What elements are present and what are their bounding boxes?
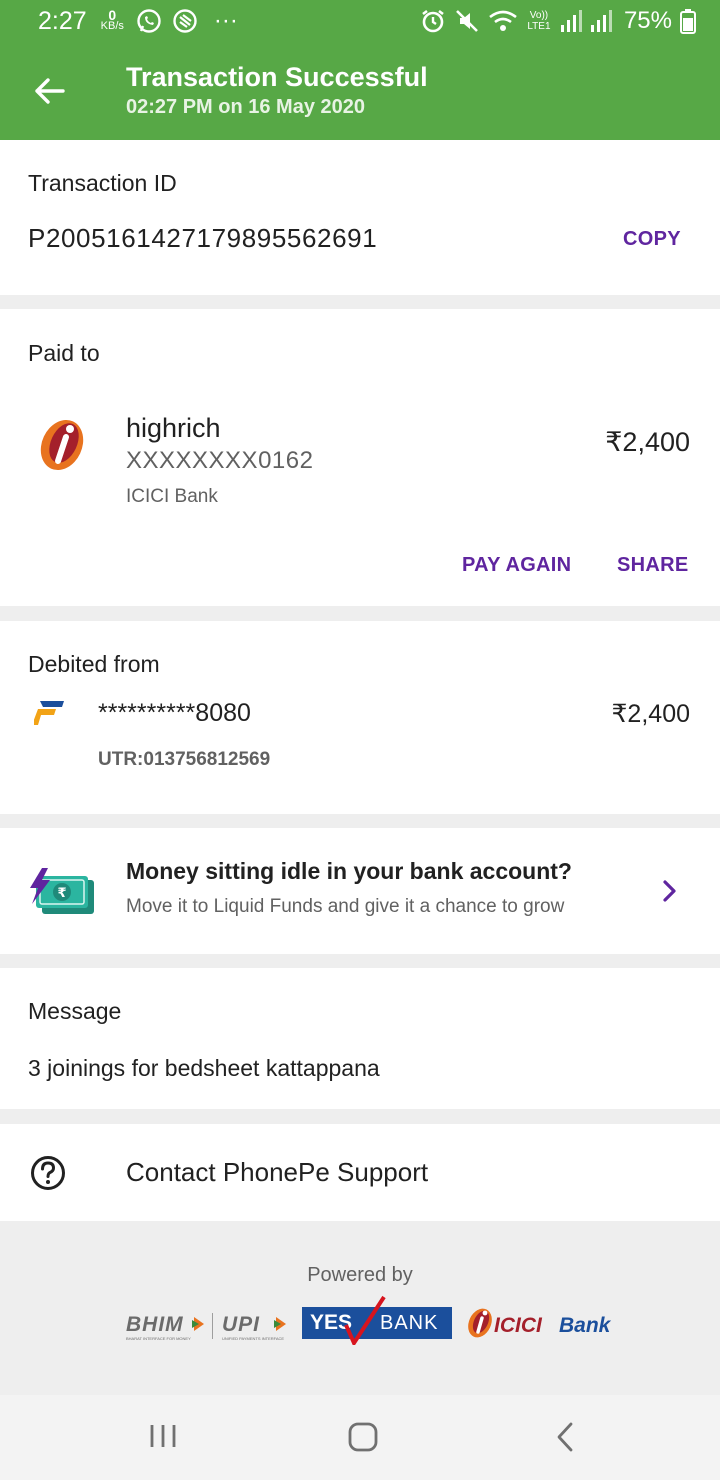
promo-subtitle: Move it to Liquid Funds and give it a ch… (126, 896, 565, 917)
app-bar: Transaction Successful 02:27 PM on 16 Ma… (0, 42, 720, 140)
chevron-right-icon (660, 878, 680, 909)
payee-bank: ICICI Bank (126, 486, 218, 507)
upi-text: UPI (222, 1313, 261, 1336)
bhim-arrow-icon (192, 1317, 206, 1331)
mute-icon (454, 8, 480, 34)
debited-from-label: Debited from (28, 651, 160, 677)
status-time: 2:27 (38, 6, 87, 35)
status-bar: 2:27 0 KB/s ··· Vo)) LTE1 75% (0, 0, 720, 42)
powered-by-label: Powered by (307, 1264, 413, 1286)
bhim-text: BHIM (126, 1313, 184, 1336)
system-nav-bar (0, 1395, 720, 1480)
yes-bank-logo: YES BANK (302, 1295, 452, 1345)
home-icon (348, 1422, 378, 1452)
debit-account: **********8080 (98, 699, 251, 727)
paid-to-card: Paid to highrich XXXXXXXX0162 ICICI Bank… (0, 309, 720, 606)
network-speed-unit: KB/s (100, 20, 124, 32)
copy-button[interactable]: COPY (623, 228, 681, 251)
contact-support-row[interactable]: Contact PhonePe Support (0, 1124, 720, 1221)
icici-bank-text: Bank (559, 1314, 611, 1337)
bhim-upi-logo: BHIM BHARAT INTERFACE FOR MONEY UPI UNIF… (126, 1313, 296, 1343)
contact-support-label: Contact PhonePe Support (126, 1157, 429, 1187)
utr-number: UTR:013756812569 (98, 749, 271, 770)
debited-from-card: Debited from **********8080 ₹2,400 UTR:0… (0, 621, 720, 814)
battery-percent: 75% (623, 7, 672, 34)
transaction-id-card: Transaction ID P2005161427179895562691 C… (0, 140, 720, 295)
page-title: Transaction Successful (126, 62, 428, 92)
battery-icon (680, 8, 696, 34)
wifi-icon (488, 8, 518, 34)
debit-amount: ₹2,400 (611, 700, 690, 728)
help-icon (30, 1155, 66, 1196)
alarm-icon (420, 8, 446, 34)
pay-again-button[interactable]: PAY AGAIN (462, 554, 571, 577)
federal-bank-logo-icon (32, 699, 66, 727)
icici-footer-logo-icon (468, 1308, 492, 1338)
recent-apps-icon (150, 1425, 176, 1447)
signal-2-icon (590, 9, 612, 33)
lte-indicator: Vo)) LTE1 (527, 10, 551, 32)
transaction-datetime: 02:27 PM on 16 May 2020 (126, 96, 366, 118)
payee-name: highrich (126, 413, 221, 443)
more-notifications-icon: ··· (213, 7, 238, 34)
yes-bank-tick-icon (344, 1295, 386, 1345)
bank-text: BANK (380, 1312, 439, 1334)
transaction-id-value: P2005161427179895562691 (28, 223, 378, 253)
logo-divider (212, 1313, 213, 1339)
arrow-left-icon (35, 78, 65, 104)
liquid-funds-promo[interactable]: ₹ Money sitting idle in your bank accoun… (0, 828, 720, 954)
paid-to-label: Paid to (28, 340, 100, 366)
powered-by-footer: Powered by BHIM BHARAT INTERFACE FOR MON… (0, 1221, 720, 1395)
upi-tagline: UNIFIED PAYMENTS INTERFACE (222, 1336, 285, 1341)
money-bolt-icon: ₹ (28, 868, 96, 918)
network-speed: 0 KB/s (100, 8, 124, 32)
signal-icon (560, 9, 582, 33)
payee-account: XXXXXXXX0162 (126, 447, 314, 474)
icici-bank-logo: ICICI Bank (466, 1305, 626, 1341)
back-button[interactable] (30, 72, 68, 110)
svg-text:₹: ₹ (57, 886, 66, 901)
message-label: Message (28, 998, 122, 1024)
share-button[interactable]: SHARE (617, 554, 689, 577)
icici-text: ICICI (494, 1314, 542, 1337)
system-back-button[interactable] (552, 1421, 578, 1458)
message-text: 3 joinings for bedsheet kattappana (28, 1055, 380, 1081)
paid-amount: ₹2,400 (605, 427, 690, 457)
upi-arrow-icon (274, 1317, 288, 1331)
transaction-id-label: Transaction ID (28, 170, 177, 196)
icici-logo-icon (36, 413, 90, 473)
message-card: Message 3 joinings for bedsheet kattappa… (0, 968, 720, 1109)
recent-apps-button[interactable] (148, 1423, 178, 1454)
system-back-icon (557, 1422, 573, 1452)
home-button[interactable] (347, 1421, 379, 1458)
promo-title: Money sitting idle in your bank account? (126, 858, 572, 884)
bhim-tagline: BHARAT INTERFACE FOR MONEY (126, 1336, 191, 1341)
vpn-shield-icon (172, 8, 198, 34)
whatsapp-icon (136, 8, 162, 34)
